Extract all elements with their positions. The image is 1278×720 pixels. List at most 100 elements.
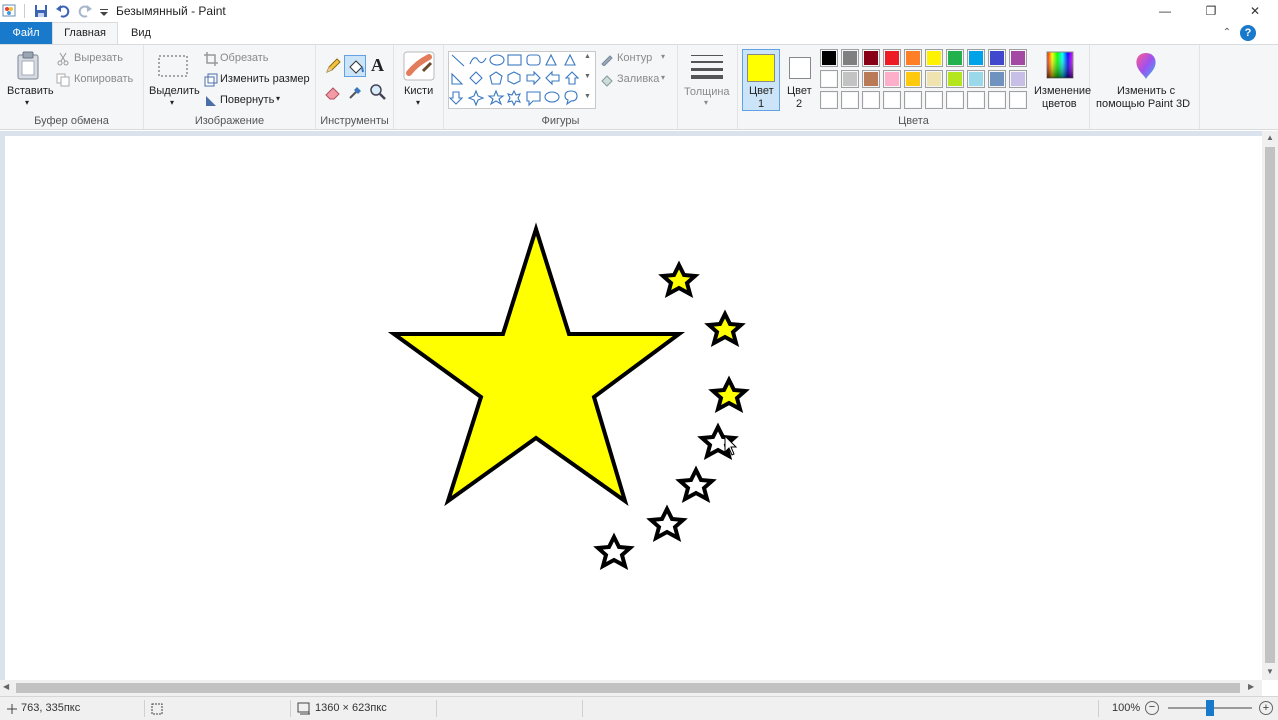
magnifier-icon[interactable] xyxy=(369,83,387,101)
customize-qa-icon[interactable] xyxy=(99,3,109,19)
edit-colors-button[interactable]: Изменение цветов xyxy=(1034,49,1091,111)
palette-color[interactable] xyxy=(925,70,943,88)
paste-button[interactable]: Вставить ▾ xyxy=(4,49,54,111)
palette-color[interactable] xyxy=(904,91,922,109)
fill-tool-button[interactable] xyxy=(344,55,366,77)
image-size: 1360 × 623пкс xyxy=(315,702,387,714)
palette-color[interactable] xyxy=(841,70,859,88)
palette-color[interactable] xyxy=(1009,49,1027,67)
drawing-canvas[interactable] xyxy=(5,136,1262,680)
tab-home[interactable]: Главная xyxy=(52,22,118,44)
resize-icon xyxy=(204,73,218,87)
palette-color[interactable] xyxy=(967,70,985,88)
palette-color[interactable] xyxy=(820,49,838,67)
palette-color[interactable] xyxy=(883,49,901,67)
text-tool-icon[interactable]: A xyxy=(371,55,384,76)
image-group-label: Изображение xyxy=(194,115,265,127)
rotate-icon xyxy=(206,96,216,106)
restore-button[interactable]: ❐ xyxy=(1188,0,1234,22)
outline-button[interactable]: Контур ▾ xyxy=(600,51,676,67)
collapse-ribbon-icon[interactable]: ⌃ xyxy=(1220,25,1234,41)
tab-view[interactable]: Вид xyxy=(118,22,164,44)
close-button[interactable]: ✕ xyxy=(1232,0,1278,22)
paste-icon xyxy=(17,51,39,80)
minimize-button[interactable]: — xyxy=(1142,0,1188,22)
palette-color[interactable] xyxy=(988,91,1006,109)
zoom-out-button[interactable]: − xyxy=(1145,701,1159,715)
eraser-icon[interactable] xyxy=(324,83,342,101)
shapes-expand[interactable]: ▼ xyxy=(584,93,591,100)
shapes-scroll-up[interactable]: ▲ xyxy=(584,53,591,60)
palette-color[interactable] xyxy=(946,91,964,109)
undo-icon[interactable] xyxy=(55,3,71,19)
color2-button[interactable]: Цвет 2 xyxy=(784,49,818,111)
scroll-left-arrow-icon[interactable]: ◀ xyxy=(3,682,9,691)
palette-color[interactable] xyxy=(925,91,943,109)
small-star-2 xyxy=(704,309,746,348)
horizontal-scrollbar[interactable]: ◀ ▶ xyxy=(0,680,1262,696)
palette-color[interactable] xyxy=(904,70,922,88)
paint-app-icon[interactable] xyxy=(2,3,18,19)
copy-icon xyxy=(56,73,70,87)
palette-color[interactable] xyxy=(820,70,838,88)
fill-button[interactable]: Заливка ▾ xyxy=(600,72,676,88)
vertical-scrollbar[interactable]: ▲ ▼ xyxy=(1262,131,1278,680)
select-dropdown-icon: ▾ xyxy=(170,98,175,107)
color1-button[interactable]: Цвет 1 xyxy=(742,49,780,111)
select-button[interactable]: Выделить ▾ xyxy=(148,49,200,111)
help-icon[interactable]: ? xyxy=(1240,25,1256,41)
zoom-slider[interactable] xyxy=(1168,700,1252,716)
resize-button[interactable]: Изменить размер xyxy=(204,72,314,88)
scroll-up-arrow-icon[interactable]: ▲ xyxy=(1266,133,1274,142)
palette-color[interactable] xyxy=(820,91,838,109)
fill-icon xyxy=(601,75,613,87)
palette-color[interactable] xyxy=(925,49,943,67)
tab-file[interactable]: Файл xyxy=(0,22,52,44)
brushes-button[interactable]: Кисти ▾ xyxy=(396,49,442,111)
palette-color[interactable] xyxy=(862,49,880,67)
palette-color-fill xyxy=(843,72,857,86)
palette-color[interactable] xyxy=(883,91,901,109)
scroll-right-arrow-icon[interactable]: ▶ xyxy=(1248,682,1254,691)
select-label: Выделить xyxy=(149,85,200,97)
palette-color[interactable] xyxy=(946,49,964,67)
palette-color[interactable] xyxy=(841,91,859,109)
palette-color[interactable] xyxy=(841,49,859,67)
zoom-in-button[interactable]: + xyxy=(1259,701,1273,715)
copy-button[interactable]: Копировать xyxy=(56,72,142,88)
rotate-button[interactable]: Повернуть ▾ xyxy=(204,93,304,109)
status-bar: 763, 335пкс 1360 × 623пкс 100% − + xyxy=(0,696,1278,720)
palette-color[interactable] xyxy=(883,70,901,88)
selection-size-icon xyxy=(151,703,163,715)
scroll-down-arrow-icon[interactable]: ▼ xyxy=(1266,667,1274,676)
palette-color[interactable] xyxy=(904,49,922,67)
palette-color[interactable] xyxy=(988,49,1006,67)
palette-color[interactable] xyxy=(862,91,880,109)
color-picker-icon[interactable] xyxy=(347,83,365,101)
palette-color-fill xyxy=(948,72,962,86)
zoom-slider-thumb[interactable] xyxy=(1206,700,1214,716)
palette-color-fill xyxy=(927,72,941,86)
edit-with-paint3d-button[interactable]: Изменить с помощью Paint 3D xyxy=(1094,49,1198,111)
palette-color[interactable] xyxy=(1009,70,1027,88)
vertical-scroll-thumb[interactable] xyxy=(1265,147,1275,663)
palette-color[interactable] xyxy=(988,70,1006,88)
palette-color[interactable] xyxy=(862,70,880,88)
shapes-scroll-down[interactable]: ▼ xyxy=(584,73,591,80)
pencil-icon[interactable] xyxy=(324,57,342,75)
palette-color[interactable] xyxy=(946,70,964,88)
palette-color-fill xyxy=(822,93,836,107)
palette-color[interactable] xyxy=(967,91,985,109)
small-star-1 xyxy=(658,260,700,299)
save-icon[interactable] xyxy=(33,3,49,19)
crop-button[interactable]: Обрезать xyxy=(204,51,304,67)
fill-label: Заливка xyxy=(617,73,660,85)
cut-button[interactable]: Вырезать xyxy=(56,51,142,67)
canvas-drawing xyxy=(387,222,750,571)
palette-color[interactable] xyxy=(967,49,985,67)
size-button[interactable]: Толщина ▾ xyxy=(682,49,736,111)
palette-color[interactable] xyxy=(1009,91,1027,109)
redo-icon[interactable] xyxy=(77,3,93,19)
rotate-dropdown-icon: ▾ xyxy=(276,94,281,103)
horizontal-scroll-thumb[interactable] xyxy=(16,683,1240,693)
